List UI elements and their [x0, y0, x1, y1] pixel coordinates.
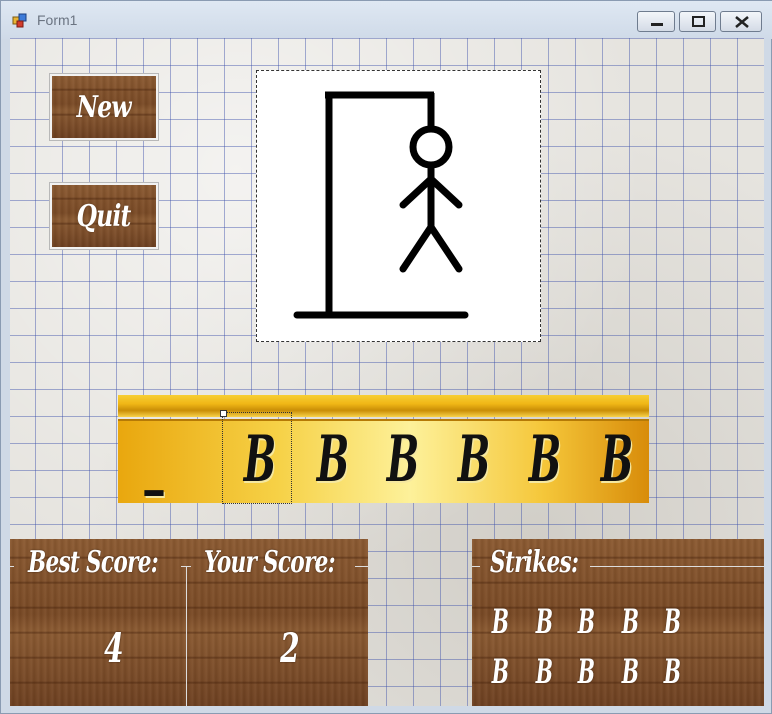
hangman-head: [409, 125, 453, 169]
title-bar[interactable]: Form1: [1, 1, 772, 39]
strikes-label: Strikes:: [490, 545, 579, 580]
new-game-button[interactable]: New: [50, 74, 158, 140]
maximize-button[interactable]: [679, 11, 716, 32]
your-score-label: Your Score:: [204, 545, 336, 580]
strike-8: B: [577, 652, 595, 692]
letter-slot-4[interactable]: B: [385, 423, 421, 497]
letter-slot-3[interactable]: B: [315, 423, 351, 497]
letter-slot-7[interactable]: B: [599, 423, 635, 497]
window-title: Form1: [37, 12, 78, 28]
hangman-picture: [256, 70, 541, 342]
strikes-panel: Strikes: B B B B B B B B B B: [472, 539, 764, 706]
your-score-value: 2: [280, 625, 300, 672]
strike-9: B: [621, 652, 639, 692]
selection-box: [222, 412, 292, 504]
strike-1: B: [491, 602, 509, 642]
quit-button-label: Quit: [77, 198, 132, 234]
strike-4: B: [621, 602, 639, 642]
best-score-label: Best Score:: [28, 545, 159, 580]
game-area: New Quit _ B B B B B B Best Score: Your …: [10, 38, 764, 706]
new-button-label: New: [76, 89, 132, 125]
word-panel: _ B B B B B B: [118, 395, 649, 504]
strike-6: B: [491, 652, 509, 692]
letter-slot-1[interactable]: _: [136, 423, 172, 497]
app-window: Form1 New Quit _ B B B B B B Best Score:…: [0, 0, 772, 714]
close-button[interactable]: [720, 11, 762, 32]
letter-slot-6[interactable]: B: [527, 423, 563, 497]
score-panel: Best Score: Your Score: 4 2: [10, 539, 368, 706]
strike-2: B: [535, 602, 553, 642]
word-letters-bar: [118, 419, 649, 503]
minimize-icon: [651, 23, 663, 26]
strike-10: B: [663, 652, 681, 692]
strike-7: B: [535, 652, 553, 692]
minimize-button[interactable]: [637, 11, 675, 32]
hangman-right-arm: [427, 175, 463, 209]
app-icon: [12, 13, 27, 28]
hangman-left-leg: [399, 223, 435, 273]
close-icon: [735, 16, 749, 28]
maximize-icon: [692, 16, 705, 27]
hangman-left-arm: [399, 175, 435, 209]
hangman-right-leg: [427, 223, 463, 273]
strike-3: B: [577, 602, 595, 642]
quit-button[interactable]: Quit: [50, 183, 158, 249]
best-score-value: 4: [104, 625, 124, 672]
selection-handle[interactable]: [220, 410, 227, 417]
word-panel-header: [118, 395, 649, 417]
letter-slot-5[interactable]: B: [456, 423, 492, 497]
strike-5: B: [663, 602, 681, 642]
hangman-drawing: [293, 91, 469, 319]
